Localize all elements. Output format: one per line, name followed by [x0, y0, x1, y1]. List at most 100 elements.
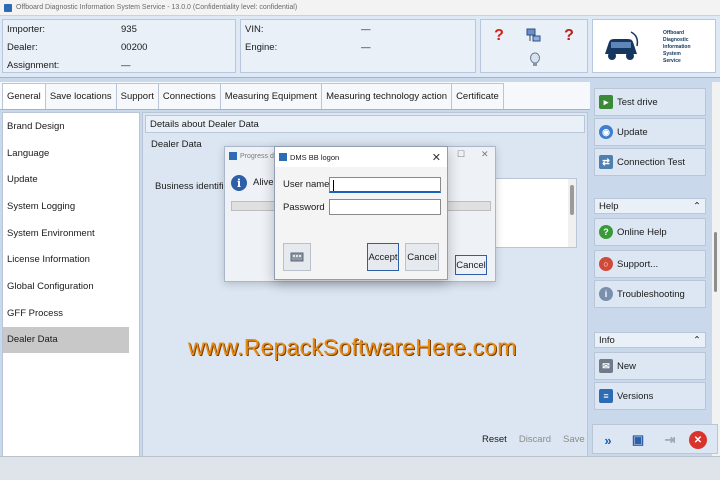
online-help-icon: ? [599, 225, 613, 239]
nav-item-system-logging[interactable]: System Logging [3, 193, 139, 220]
window-title: Offboard Diagnostic Information System S… [16, 4, 298, 11]
key-icon-button[interactable] [283, 243, 311, 271]
nav-item-dealer-data[interactable]: Dealer Data [3, 326, 129, 354]
tab-connections[interactable]: Connections [157, 83, 221, 109]
dealer-data-label: Dealer Data [151, 139, 202, 150]
nav-item-system-environment[interactable]: System Environment [3, 220, 139, 247]
update-globe-icon: ◉ [599, 125, 613, 139]
test-drive-button[interactable]: ▸ Test drive [594, 88, 706, 116]
tab-measuring-technology-action[interactable]: Measuring technology action [321, 83, 453, 109]
collapse-chevron-icon[interactable]: ⌃ [693, 201, 701, 212]
importer-info: Importer: 935 Dealer: 00200 Assignment: … [2, 19, 236, 73]
help-support-icon[interactable]: ? [559, 26, 579, 46]
tab-save-locations[interactable]: Save locations [44, 83, 117, 109]
keyboard-icon [290, 252, 304, 262]
reset-button[interactable]: Reset [478, 430, 511, 448]
importer-value: 935 [121, 23, 137, 35]
help-section-header[interactable]: Help ⌃ [594, 198, 706, 214]
vehicle-info-header: Importer: 935 Dealer: 00200 Assignment: … [0, 16, 720, 78]
settings-nav: Brand Design Language Update System Logg… [2, 112, 140, 462]
password-input[interactable] [329, 199, 441, 215]
username-input[interactable] [329, 177, 441, 193]
nav-item-language[interactable]: Language [3, 140, 139, 167]
troubleshooting-info-icon: i [599, 287, 613, 301]
car-logo-icon [605, 31, 639, 60]
vehicle-info: VIN: — Engine: — [240, 19, 476, 73]
engine-row: Engine: — [241, 38, 475, 56]
save-button[interactable]: Save [559, 430, 589, 448]
lifebuoy-icon: ○ [599, 257, 613, 271]
discard-button[interactable]: Discard [515, 430, 555, 448]
vin-row: VIN: — [241, 20, 475, 38]
nav-item-update[interactable]: Update [3, 166, 139, 193]
watermark-text: www.RepackSoftwareHere.com [188, 334, 517, 360]
importer-row: Importer: 935 [3, 20, 235, 38]
exit-icon[interactable]: ⇥ [661, 431, 679, 449]
network-computer-icon[interactable] [523, 26, 543, 46]
progress-cancel-button[interactable]: Cancel [455, 255, 487, 275]
cancel-button[interactable]: Cancel [405, 243, 439, 271]
logon-dialog-title: DMS BB logon [290, 152, 340, 162]
nav-item-global-configuration[interactable]: Global Configuration [3, 273, 139, 300]
text-caret [333, 180, 334, 191]
info-bulb-icon[interactable] [525, 50, 545, 70]
help-question-icon[interactable]: ? [489, 26, 509, 46]
dealer-label: Dealer: [7, 41, 38, 53]
assignment-row: Assignment: — [3, 56, 235, 74]
password-label: Password [283, 202, 325, 213]
online-help-button[interactable]: ? Online Help [594, 218, 706, 246]
header-icon-bar: ? ? [480, 19, 588, 73]
dealer-value: 00200 [121, 41, 148, 53]
connection-test-button[interactable]: ⇄ Connection Test [594, 148, 706, 176]
information-icon: i [231, 175, 247, 191]
collapse-chevron-icon[interactable]: ⌃ [693, 335, 701, 346]
nav-item-license-information[interactable]: License Information [3, 246, 139, 273]
engine-label: Engine: [245, 41, 278, 53]
dms-logon-dialog: DMS BB logon ✕ User name Password Accept… [274, 146, 448, 280]
tab-general[interactable]: General [2, 83, 46, 109]
odis-logo: Offboard Diagnostic Information System S… [592, 19, 716, 73]
support-button[interactable]: ○ Support... [594, 250, 706, 278]
field-scrollbar[interactable] [568, 179, 576, 247]
nav-item-gff-process[interactable]: GFF Process [3, 300, 139, 327]
close-icon[interactable]: ✕ [432, 151, 441, 164]
assignment-label: Assignment: [7, 59, 60, 71]
vin-label: VIN: [245, 23, 264, 35]
screenshot-icon[interactable]: ▣ [629, 431, 647, 449]
taskbar [0, 456, 720, 480]
versions-button[interactable]: ≡ Versions [594, 382, 706, 410]
right-panel-scrollbar[interactable] [712, 82, 720, 456]
maximize-icon[interactable]: ☐ [457, 149, 465, 160]
close-app-icon[interactable]: ✕ [689, 431, 707, 449]
update-button[interactable]: ◉ Update [594, 118, 706, 146]
section-header: Details about Dealer Data [145, 115, 585, 133]
importer-label: Importer: [7, 23, 46, 35]
assignment-value: — [121, 59, 131, 71]
collapse-panel-icon[interactable]: » [599, 431, 617, 449]
new-button[interactable]: ✉ New [594, 352, 706, 380]
vin-value: — [361, 23, 371, 35]
app-icon [4, 3, 12, 12]
troubleshooting-button[interactable]: i Troubleshooting [594, 280, 706, 308]
window-titlebar: Offboard Diagnostic Information System S… [0, 0, 720, 16]
dialog-app-icon [279, 153, 287, 161]
business-identifier-label: Business identifier [155, 181, 233, 192]
right-panel-toolbar: » ▣ ⇥ ✕ [592, 424, 718, 454]
accept-button[interactable]: Accept [367, 243, 399, 271]
form-actions: Reset Discard Save [478, 430, 589, 448]
settings-tabbar: General Save locations Support Connectio… [0, 82, 590, 110]
username-label: User name [283, 179, 330, 190]
tab-support[interactable]: Support [115, 83, 159, 109]
business-identifier-field[interactable] [483, 178, 577, 248]
info-section-header[interactable]: Info ⌃ [594, 332, 706, 348]
logo-text: Offboard Diagnostic Information System S… [663, 30, 691, 64]
nav-item-brand-design[interactable]: Brand Design [3, 113, 139, 140]
tab-certificate[interactable]: Certificate [451, 83, 504, 109]
dealer-row: Dealer: 00200 [3, 38, 235, 56]
tab-measuring-equipment[interactable]: Measuring Equipment [219, 83, 323, 109]
dialog-app-icon [229, 152, 237, 160]
close-icon[interactable]: ✕ [481, 149, 489, 160]
right-action-panel: ▸ Test drive ◉ Update ⇄ Connection Test … [592, 82, 708, 456]
test-drive-icon: ▸ [599, 95, 613, 109]
connection-test-icon: ⇄ [599, 155, 613, 169]
